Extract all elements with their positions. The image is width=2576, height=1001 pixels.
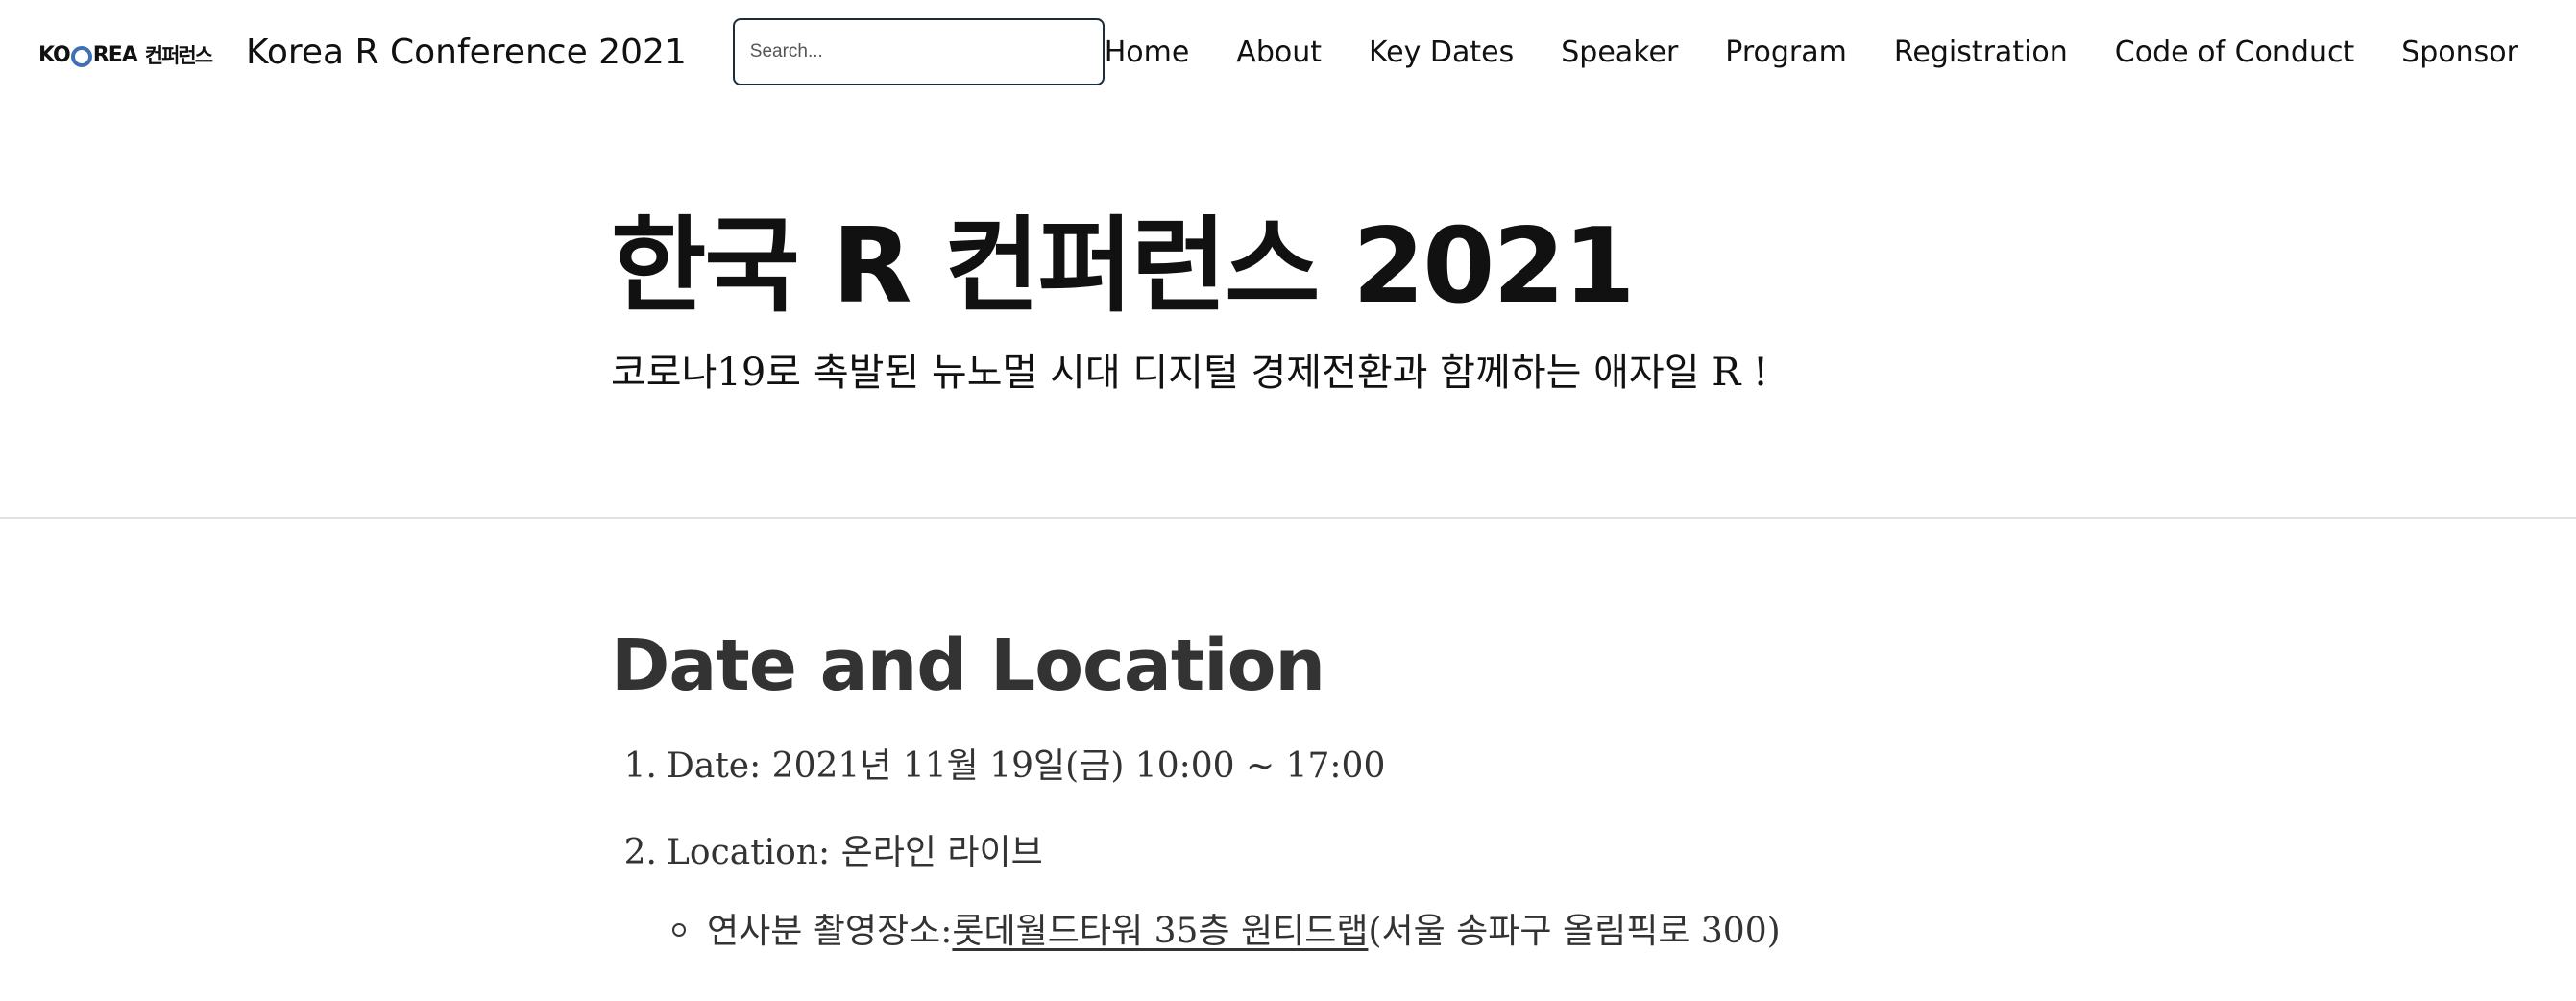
date-location-list: 1. Date: 2021년 11월 19일(금) 10:00 ~ 17:00 …: [611, 738, 1781, 953]
site-title[interactable]: Korea R Conference 2021: [246, 33, 687, 72]
main-nav: Home About Key Dates Speaker Program Reg…: [1105, 36, 2538, 69]
hero-subtitle: 코로나19로 촉발된 뉴노멀 시대 디지털 경제전환과 함께하는 애자일 R !: [611, 351, 1769, 395]
logo-text-left: KO: [38, 42, 71, 67]
logo-text-korean: 컨퍼런스: [144, 44, 213, 67]
list-item-venue: 연사분 촬영장소: 롯데월드타워 35층 원티드랩 (서울 송파구 올림픽로 3…: [611, 903, 1781, 953]
section-title: Date and Location: [611, 624, 1325, 707]
nav-speaker[interactable]: Speaker: [1561, 36, 1678, 69]
circle-bullet-icon: [672, 923, 686, 937]
list-item-location: 2. Location: 온라인 라이브: [611, 824, 1781, 911]
list-number: 1.: [623, 746, 657, 786]
hero-section: 한국 R 컨퍼런스 2021 코로나19로 촉발된 뉴노멀 시대 디지털 경제전…: [0, 104, 2576, 519]
venue-label: 연사분 촬영장소:: [707, 912, 953, 951]
list-number: 2.: [623, 833, 657, 872]
venue-link[interactable]: 롯데월드타워 35층 원티드랩: [952, 903, 1368, 953]
list-item-date: 1. Date: 2021년 11월 19일(금) 10:00 ~ 17:00: [611, 738, 1781, 824]
nav-registration[interactable]: Registration: [1894, 36, 2068, 69]
venue-address: (서울 송파구 올림픽로 300): [1368, 912, 1781, 951]
nav-about[interactable]: About: [1236, 36, 1322, 69]
conference-logo[interactable]: KO REA 컨퍼런스: [38, 40, 213, 69]
navbar: KO REA 컨퍼런스 Korea R Conference 2021 Home…: [0, 0, 2576, 104]
date-text: Date: 2021년 11월 19일(금) 10:00 ~ 17:00: [667, 746, 1386, 786]
logo-circle-icon: [70, 46, 92, 67]
nav-program[interactable]: Program: [1725, 36, 1847, 69]
nav-sponsor[interactable]: Sponsor: [2401, 36, 2518, 69]
hero-title: 한국 R 컨퍼런스 2021: [611, 207, 1636, 327]
nav-key-dates[interactable]: Key Dates: [1369, 36, 1514, 69]
nav-code-of-conduct[interactable]: Code of Conduct: [2115, 36, 2354, 69]
location-text: Location: 온라인 라이브: [667, 833, 1043, 872]
search-input[interactable]: [732, 18, 1105, 85]
logo-text-right: REA: [92, 42, 138, 67]
nav-home[interactable]: Home: [1105, 36, 1190, 69]
